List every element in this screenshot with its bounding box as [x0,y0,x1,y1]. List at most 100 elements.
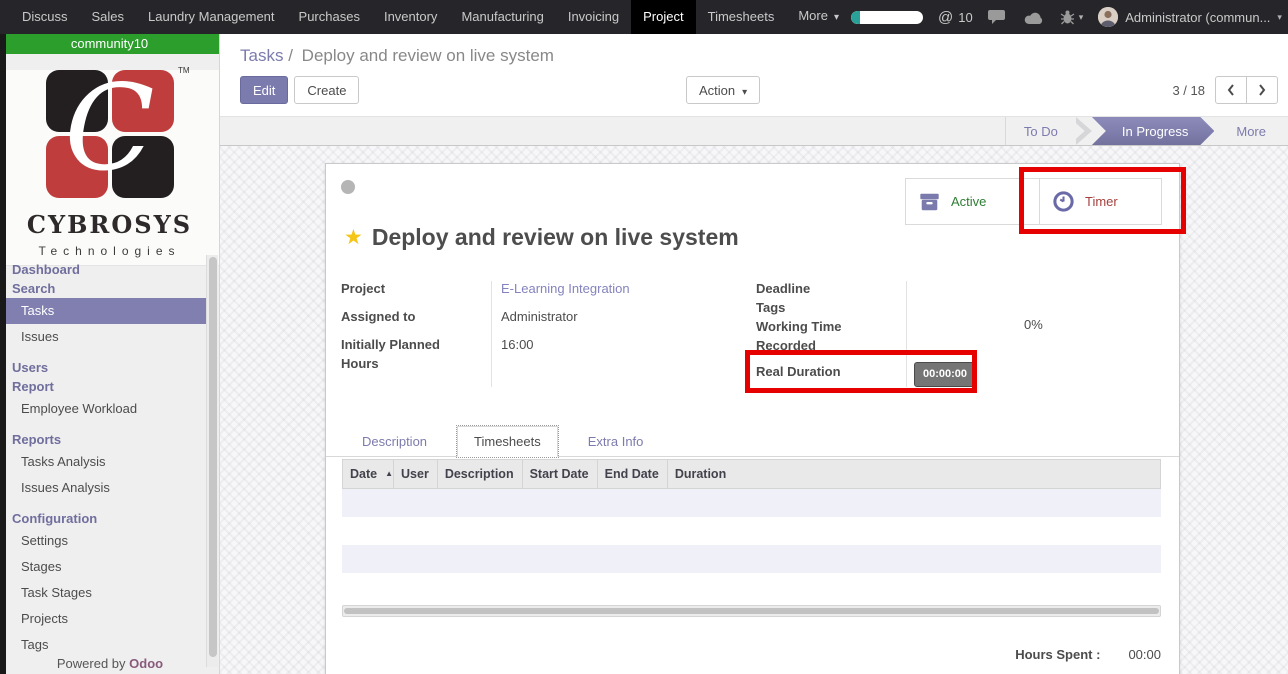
column-header[interactable]: Description [438,460,523,488]
sidebar-item[interactable]: Tasks Analysis [6,449,206,475]
edit-button[interactable]: Edit [240,76,288,104]
window-left-edge [0,34,6,674]
horizontal-scrollbar[interactable] [342,605,1161,617]
sidebar-item-label: Configuration [12,511,97,526]
top-menu-item[interactable]: More [786,0,851,35]
sidebar-item[interactable]: Settings [6,528,206,554]
top-menu-label: Sales [92,9,125,24]
task-title-row: Deploy and review on live system [344,224,739,251]
sidebar-item-label: Issues [21,329,59,344]
sidebar-item[interactable]: Task Stages [6,580,206,606]
sidebar-item[interactable]: Report [6,377,206,396]
logo-trademark: TM [178,66,190,75]
sidebar-item[interactable]: Employee Workload [6,396,206,422]
sidebar-item[interactable]: Dashboard [6,260,206,279]
stage[interactable] [1076,117,1092,145]
stage-label: In Progress [1122,124,1188,139]
sidebar-item[interactable]: Tasks [6,298,206,324]
stage-statusbar: To Do In Progress More [220,116,1288,146]
pager-buttons [1215,76,1278,104]
field-value [906,317,916,355]
sidebar-scrollbar-thumb[interactable] [209,257,217,657]
create-button[interactable]: Create [294,76,359,104]
sidebar-item[interactable]: Projects [6,606,206,632]
field-label: Tags [756,298,906,317]
column-header[interactable]: Date▲ [343,460,394,488]
sidebar-item[interactable]: Search [6,279,206,298]
control-panel: Tasks / Deploy and review on live system… [220,34,1288,116]
timer-progress-pill[interactable] [851,11,923,24]
sidebar-item-label: Tags [21,637,48,652]
debug-bug-icon[interactable] [1060,9,1084,25]
column-label: End Date [605,467,659,481]
sidebar-item[interactable]: Issues Analysis [6,475,206,501]
active-toggle-button[interactable]: Active [905,178,1040,225]
favorite-star-icon[interactable] [344,225,363,250]
top-menu-item[interactable]: Purchases [287,0,372,34]
sort-ascending-icon: ▲ [385,469,393,478]
sidebar-item[interactable]: Tags [6,632,206,658]
sidebar-item[interactable]: Configuration [6,509,206,528]
user-menu[interactable]: Administrator (commun... [1098,7,1282,27]
sidebar-scrollbar[interactable] [206,255,218,667]
table-row[interactable] [342,545,1161,573]
messages-icon[interactable] [988,9,1008,26]
table-row[interactable] [342,517,1161,545]
kanban-state-dot[interactable] [341,180,355,194]
table-row[interactable] [342,489,1161,517]
company-logo: C TM CYBROSYS Technologies [0,70,219,266]
top-menu-item[interactable]: Sales [80,0,137,34]
main-content: Tasks / Deploy and review on live system… [220,34,1288,674]
column-header[interactable]: User [394,460,438,488]
logo-brand-text: CYBROSYS [0,210,219,239]
field-value[interactable]: E-Learning Integration [491,279,630,298]
pager-previous-button[interactable] [1215,76,1247,104]
sidebar-item-label: Tasks [21,303,54,318]
top-menu-label: Project [643,9,683,24]
top-menu-item[interactable]: Laundry Management [136,0,286,34]
breadcrumb: Tasks / Deploy and review on live system [240,46,554,66]
stage[interactable]: In Progress [1092,117,1214,145]
field-value-text: 00:00:00 [914,362,976,387]
column-header[interactable]: Duration [668,460,734,488]
hours-spent-value: 00:00 [1128,647,1161,662]
pager-next-button[interactable] [1246,76,1278,104]
field-value[interactable]: 16:00 [491,335,534,373]
notebook-tab[interactable]: Timesheets [457,426,558,457]
top-menu-item[interactable]: Discuss [10,0,80,34]
field-value[interactable]: Administrator [491,307,578,326]
pager: 3 / 18 [1172,76,1278,104]
cloud-sync-icon[interactable] [1023,10,1045,25]
breadcrumb-parent[interactable]: Tasks [240,46,283,65]
field-group-left: Project E-Learning Integration Assigned … [341,279,686,387]
column-header[interactable]: End Date [598,460,668,488]
table-row[interactable] [342,573,1161,601]
stage-label: More [1236,124,1266,139]
sidebar-item[interactable]: Stages [6,554,206,580]
top-menu-label: Inventory [384,9,437,24]
odoo-screen: Discuss Sales Laundry Management Purchas… [0,0,1288,674]
top-menu-item[interactable]: Manufacturing [449,0,555,34]
mentions-counter[interactable]: @ 10 [938,9,973,26]
top-menu-item[interactable]: Inventory [372,0,449,34]
sidebar-item-label: Stages [21,559,61,574]
action-dropdown-button[interactable]: Action [686,76,760,104]
column-header[interactable]: Start Date [523,460,598,488]
top-menu-item[interactable]: Invoicing [556,0,631,34]
notebook-tab[interactable]: Description [346,427,443,456]
stage[interactable]: To Do [1005,117,1076,145]
sidebar-item[interactable]: Users [6,358,206,377]
top-menu-item[interactable]: Project [631,0,695,34]
tab-label: Extra Info [588,434,644,449]
stage[interactable]: More [1212,117,1288,145]
horizontal-scrollbar-thumb[interactable] [344,608,1159,614]
timer-button[interactable]: Timer [1039,178,1162,225]
field-label: Initially Planned Hours [341,335,491,373]
logo-tagline: Technologies [0,244,219,258]
at-icon: @ [938,9,953,26]
sidebar-item[interactable]: Issues [6,324,206,350]
top-menu-item[interactable]: Timesheets [696,0,787,34]
notebook-tab[interactable]: Extra Info [572,427,660,456]
sidebar-item-label: Task Stages [21,585,92,600]
sidebar-item[interactable]: Reports [6,430,206,449]
